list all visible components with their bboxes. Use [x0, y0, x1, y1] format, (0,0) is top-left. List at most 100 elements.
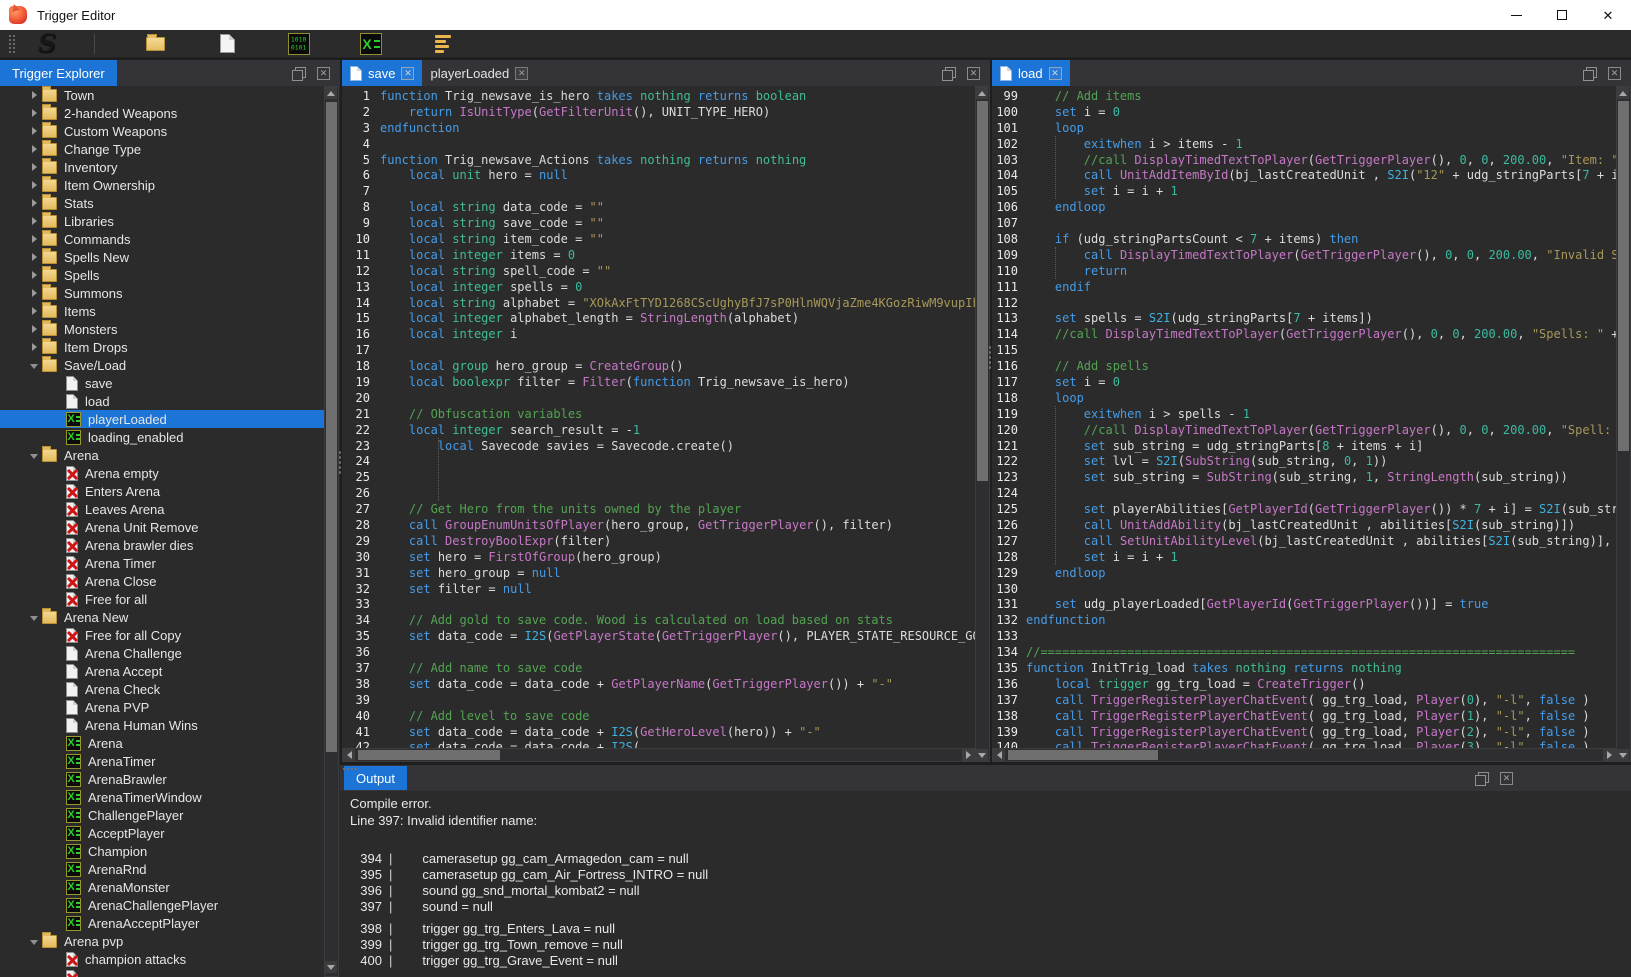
code-line[interactable]: 8 local string data_code = "" [342, 199, 990, 215]
right-code-area[interactable]: 99 // Add items100 set i = 0101 loop102 … [992, 86, 1616, 748]
tree-item-champion[interactable]: XChampion [0, 842, 326, 860]
chevron-right-icon[interactable] [26, 271, 42, 279]
tree-item-item-drops[interactable]: Item Drops [0, 338, 326, 356]
tree-item-arenarnd[interactable]: XArenaRnd [0, 860, 326, 878]
code-line[interactable]: 134//===================================… [992, 644, 1616, 660]
tab-close-icon[interactable]: ✕ [401, 67, 414, 80]
chevron-down-icon[interactable] [26, 452, 42, 459]
tree-item-libraries[interactable]: Libraries [0, 212, 326, 230]
output-grip[interactable] [342, 767, 358, 771]
code-line[interactable]: 42 set data_code = data_code + I2S( [342, 740, 990, 748]
code-line[interactable]: 28 call GroupEnumUnitsOfPlayer(hero_grou… [342, 517, 990, 533]
code-line[interactable]: 121 set sub_string = udg_stringParts[8 +… [992, 438, 1616, 454]
center-splitter-grip[interactable] [988, 345, 992, 371]
code-line[interactable]: 40 // Add level to save code [342, 708, 990, 724]
toolbar-grip[interactable] [8, 34, 16, 54]
close-button[interactable]: ✕ [1585, 0, 1631, 30]
center-code-area[interactable]: 1function Trig_newsave_is_hero takes not… [342, 86, 990, 748]
tab-load[interactable]: load✕ [992, 60, 1070, 86]
tree-item-arenamonster[interactable]: XArenaMonster [0, 878, 326, 896]
tree-item-arena-empty[interactable]: Arena empty [0, 464, 326, 482]
tree-item-arena-check[interactable]: Arena Check [0, 680, 326, 698]
code-line[interactable]: 136 local trigger gg_trg_load = CreateTr… [992, 676, 1616, 692]
code-line[interactable]: 1function Trig_newsave_is_hero takes not… [342, 88, 990, 104]
code-line[interactable]: 10 local string item_code = "" [342, 231, 990, 247]
output-close-icon[interactable]: ✕ [1500, 772, 1513, 785]
code-line[interactable]: 115 [992, 342, 1616, 358]
right-vscrollbar[interactable] [1616, 86, 1631, 762]
code-line[interactable]: 13 local integer spells = 0 [342, 279, 990, 295]
code-line[interactable]: 3endfunction [342, 120, 990, 136]
tree-item-arenatimer[interactable]: XArenaTimer [0, 752, 326, 770]
tree-item-item[interactable] [0, 968, 326, 977]
code-line[interactable]: 131 set udg_playerLoaded[GetPlayerId(Get… [992, 597, 1616, 613]
code-line[interactable]: 99 // Add items [992, 88, 1616, 104]
explorer-close-icon[interactable]: ✕ [317, 67, 330, 80]
code-line[interactable]: 19 local boolexpr filter = Filter(functi… [342, 374, 990, 390]
code-line[interactable]: 37 // Add name to save code [342, 660, 990, 676]
tree-item-arena-brawler-dies[interactable]: Arena brawler dies [0, 536, 326, 554]
code-line[interactable]: 14 local string alphabet = "XOkAxFtTYD12… [342, 295, 990, 311]
code-line[interactable]: 12 local string spell_code = "" [342, 263, 990, 279]
tree-item-arena-pvp[interactable]: Arena pvp [0, 932, 326, 950]
explorer-title-tab[interactable]: Trigger Explorer [0, 60, 117, 86]
maximize-button[interactable] [1539, 0, 1585, 30]
code-line[interactable]: 130 [992, 581, 1616, 597]
chevron-right-icon[interactable] [26, 163, 42, 171]
code-line[interactable]: 9 local string save_code = "" [342, 215, 990, 231]
code-line[interactable]: 27 // Get Hero from the units owned by t… [342, 501, 990, 517]
tree-item-item-ownership[interactable]: Item Ownership [0, 176, 326, 194]
code-line[interactable]: 25 [342, 469, 990, 485]
tree-item-custom-weapons[interactable]: Custom Weapons [0, 122, 326, 140]
code-line[interactable]: 104 call UnitAddItemById(bj_lastCreatedU… [992, 167, 1616, 183]
code-line[interactable]: 116 // Add spells [992, 358, 1616, 374]
code-line[interactable]: 122 set lvl = S2I(SubString(sub_string, … [992, 453, 1616, 469]
code-line[interactable]: 29 call DestroyBoolExpr(filter) [342, 533, 990, 549]
tree-item-spells[interactable]: Spells [0, 266, 326, 284]
code-line[interactable]: 23 local Savecode savies = Savecode.crea… [342, 438, 990, 454]
tree-item-arena-new[interactable]: Arena New [0, 608, 326, 626]
tree-item-arenachallengeplayer[interactable]: XArenaChallengePlayer [0, 896, 326, 914]
center-vscrollbar[interactable] [975, 86, 990, 762]
code-line[interactable]: 24 [342, 453, 990, 469]
code-line[interactable]: 2 return IsUnitType(GetFilterUnit(), UNI… [342, 104, 990, 120]
tree-item-arena-human-wins[interactable]: Arena Human Wins [0, 716, 326, 734]
right-hscrollbar[interactable] [992, 748, 1616, 762]
tree-item-acceptplayer[interactable]: XAcceptPlayer [0, 824, 326, 842]
code-line[interactable]: 123 set sub_string = SubString(sub_strin… [992, 469, 1616, 485]
tree-item-free-for-all-copy[interactable]: Free for all Copy [0, 626, 326, 644]
chevron-down-icon[interactable] [26, 362, 42, 369]
tree-item-stats[interactable]: Stats [0, 194, 326, 212]
panel-restore-icon[interactable] [942, 67, 955, 80]
tree-item-monsters[interactable]: Monsters [0, 320, 326, 338]
tree-item-arena-accept[interactable]: Arena Accept [0, 662, 326, 680]
chevron-right-icon[interactable] [26, 199, 42, 207]
tree-item-arena-close[interactable]: Arena Close [0, 572, 326, 590]
code-line[interactable]: 110 return [992, 263, 1616, 279]
chevron-right-icon[interactable] [26, 127, 42, 135]
code-line[interactable]: 16 local integer i [342, 326, 990, 342]
tree-item-items[interactable]: Items [0, 302, 326, 320]
code-line[interactable]: 103 //call DisplayTimedTextToPlayer(GetT… [992, 152, 1616, 168]
tab-close-icon[interactable]: ✕ [1049, 67, 1062, 80]
tree-item-spells-new[interactable]: Spells New [0, 248, 326, 266]
tree-item-save[interactable]: save [0, 374, 326, 392]
code-line[interactable]: 35 set data_code = I2S(GetPlayerState(Ge… [342, 628, 990, 644]
code-line[interactable]: 109 call DisplayTimedTextToPlayer(GetTri… [992, 247, 1616, 263]
tree-item-arena[interactable]: XArena [0, 734, 326, 752]
code-line[interactable]: 138 call TriggerRegisterPlayerChatEvent(… [992, 708, 1616, 724]
center-hscrollbar[interactable] [342, 748, 975, 762]
code-line[interactable]: 5function Trig_newsave_Actions takes not… [342, 152, 990, 168]
chevron-right-icon[interactable] [26, 109, 42, 117]
tree-item-champion-attacks[interactable]: champion attacks [0, 950, 326, 968]
code-line[interactable]: 100 set i = 0 [992, 104, 1616, 120]
code-line[interactable]: 33 [342, 597, 990, 613]
tree-item-load[interactable]: load [0, 392, 326, 410]
code-line[interactable]: 22 local integer search_result = -1 [342, 422, 990, 438]
code-line[interactable]: 129 endloop [992, 565, 1616, 581]
code-line[interactable]: 128 set i = i + 1 [992, 549, 1616, 565]
code-line[interactable]: 39 [342, 692, 990, 708]
tree-item-arenaacceptplayer[interactable]: XArenaAcceptPlayer [0, 914, 326, 932]
chevron-down-icon[interactable] [26, 938, 42, 945]
script-view-button[interactable]: X [359, 32, 383, 56]
